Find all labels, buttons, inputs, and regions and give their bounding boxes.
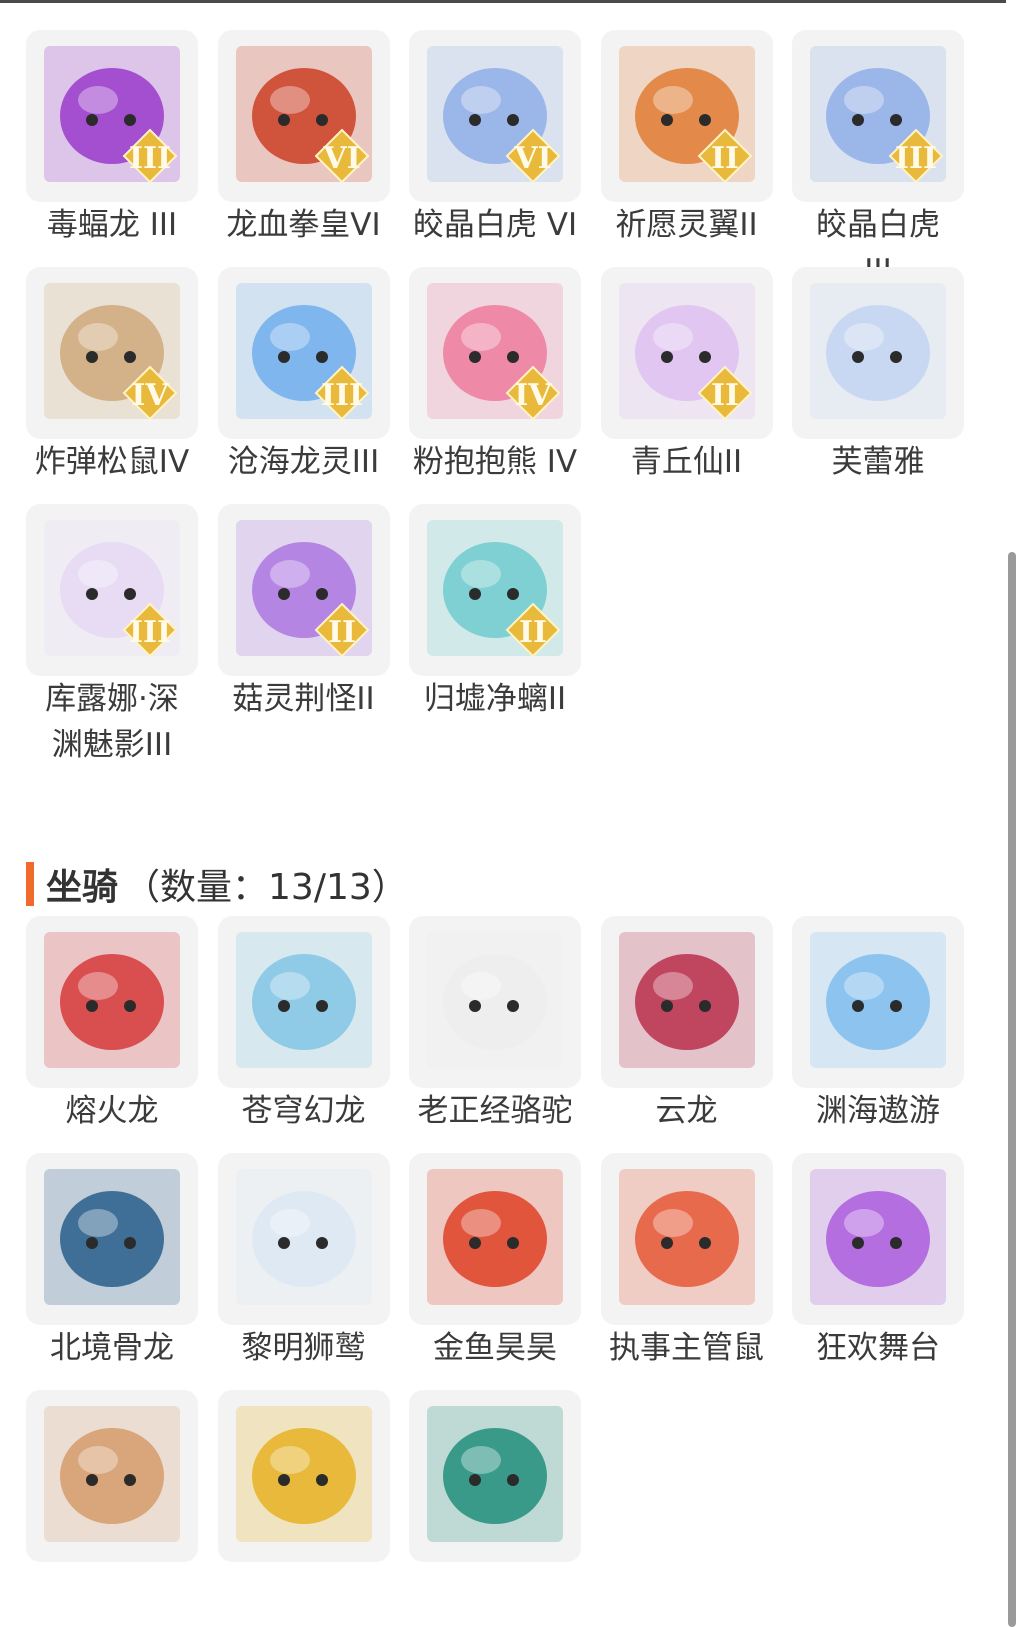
grade-badge-label: VI [322,141,360,176]
card-name: 菇灵荆怪II [232,681,375,717]
card-thumbnail[interactable] [792,1153,964,1325]
white-tiger-icon: VI [427,46,563,184]
griffin-icon [235,1169,372,1305]
card-thumbnail[interactable] [217,1153,390,1325]
jade-dragon-icon [427,1406,563,1542]
card-thumbnail[interactable]: II [409,504,581,676]
grade-badge-label: IV [131,378,169,413]
cyan-dragon-icon: II [427,520,563,658]
cloud-dragon-icon [618,932,755,1068]
purple-elf-icon: II [235,520,372,658]
grade-badge-label: II [710,378,738,413]
card-thumbnail[interactable] [600,1153,773,1325]
squirrel-icon: IV [44,283,180,421]
card-thumbnail[interactable] [217,1390,390,1562]
grade-badge-label: III [320,378,362,413]
card-thumbnail[interactable] [792,916,964,1088]
grade-badge-label: II [327,615,355,650]
golden-fairy-icon [810,283,946,419]
card-name: 炸弹松鼠IV [34,444,190,480]
card-name: 芙蕾雅 [831,444,925,480]
card-name: 沧海龙灵III [227,444,380,480]
section-count: （数量：13/13） [124,867,408,908]
card-name: 黎明狮鹫 [241,1330,366,1366]
grade-badge-label: III [895,141,937,176]
card-name: 青丘仙II [630,444,743,480]
blue-dragon-girl-icon: III [235,283,372,421]
deer-icon [44,1406,180,1542]
card-name: 库露娜·深渊魅影III [45,681,179,763]
card-thumbnail[interactable] [792,267,964,439]
grade-badge-label: II [710,141,738,176]
card-thumbnail[interactable] [26,916,198,1088]
section-accent-bar [26,862,34,906]
card-thumbnail[interactable] [409,916,581,1088]
card-thumbnail[interactable]: III [792,30,964,202]
card-thumbnail[interactable]: II [600,267,773,439]
card-name: 龙血拳皇VI [226,207,381,243]
card-thumbnail[interactable] [26,1153,198,1325]
scrollbar[interactable] [1006,0,1020,1627]
card-thumbnail[interactable] [217,916,390,1088]
pink-bear-icon: IV [427,283,563,421]
card-name: 金鱼昊昊 [433,1330,557,1366]
card-name: 渊海遨游 [816,1093,940,1129]
red-dragon-icon [44,932,180,1068]
bone-dragon-icon [44,1169,180,1305]
golden-throne-icon [235,1406,372,1542]
goldfish-icon [427,1169,563,1305]
white-tiger-icon: III [810,46,946,184]
heart-stage-icon [810,1169,946,1305]
grade-badge-label: IV [514,378,552,413]
card-name: 苍穹幻龙 [241,1093,366,1129]
card-thumbnail[interactable]: IV [409,267,581,439]
pet-grid: III 毒蝠龙 III VI 龙血拳皇VI VI 皎晶白虎 VI II 祈愿灵翼II III 皎晶… [0,30,1010,770]
scrollbar-thumb[interactable] [1008,552,1016,1627]
card-thumbnail[interactable]: III [217,267,390,439]
card-name: 云龙 [655,1093,718,1129]
card-name: 执事主管鼠 [609,1330,764,1366]
section-title: 坐骑 [46,867,119,908]
mount-grid: 熔火龙 苍穹幻龙 老正经骆驼 云龙 渊海遨游北境骨龙 黎明狮鹫 金鱼昊昊 执事主管鼠 狂欢舞台 [0,916,1010,1627]
card-thumbnail[interactable]: III [26,30,198,202]
fox-fairy-icon: II [618,283,755,421]
card-name: 毒蝠龙 III [46,207,178,243]
card-name: 狂欢舞台 [816,1330,940,1366]
mounts-section-header: 坐骑 （数量：13/13） [26,860,408,908]
butler-mouse-icon [618,1169,755,1305]
card-name: 北境骨龙 [50,1330,174,1366]
card-thumbnail[interactable]: II [217,504,390,676]
card-thumbnail[interactable] [409,1390,581,1562]
card-thumbnail[interactable]: IV [26,267,198,439]
sky-dragon-icon [235,932,372,1068]
top-divider [0,0,1020,3]
grade-badge-label: III [129,141,171,176]
camel-sunglasses-icon [427,932,563,1068]
grade-badge-label: VI [513,141,551,176]
card-name: 归墟净螭II [423,681,567,717]
card-thumbnail[interactable]: III [26,504,198,676]
card-thumbnail[interactable]: II [600,30,773,202]
card-thumbnail[interactable]: VI [217,30,390,202]
card-name: 皎晶白虎 VI [412,207,578,243]
card-thumbnail[interactable]: VI [409,30,581,202]
blue-dragon-girl-icon [810,932,946,1068]
card-name: 粉抱抱熊 IV [412,444,578,480]
card-name: 熔火龙 [65,1093,159,1129]
card-name: 祈愿灵翼II [615,207,758,243]
card-name: 老正经骆驼 [417,1093,573,1129]
grade-badge-label: II [519,615,547,650]
card-thumbnail[interactable] [600,916,773,1088]
white-hair-girl-icon: III [44,520,180,658]
eagle-icon: II [618,46,755,184]
grade-badge-label: III [129,615,171,650]
ram-warrior-icon: VI [235,46,372,184]
purple-dragon-icon: III [44,46,180,184]
card-thumbnail[interactable] [409,1153,581,1325]
card-thumbnail[interactable] [26,1390,198,1562]
